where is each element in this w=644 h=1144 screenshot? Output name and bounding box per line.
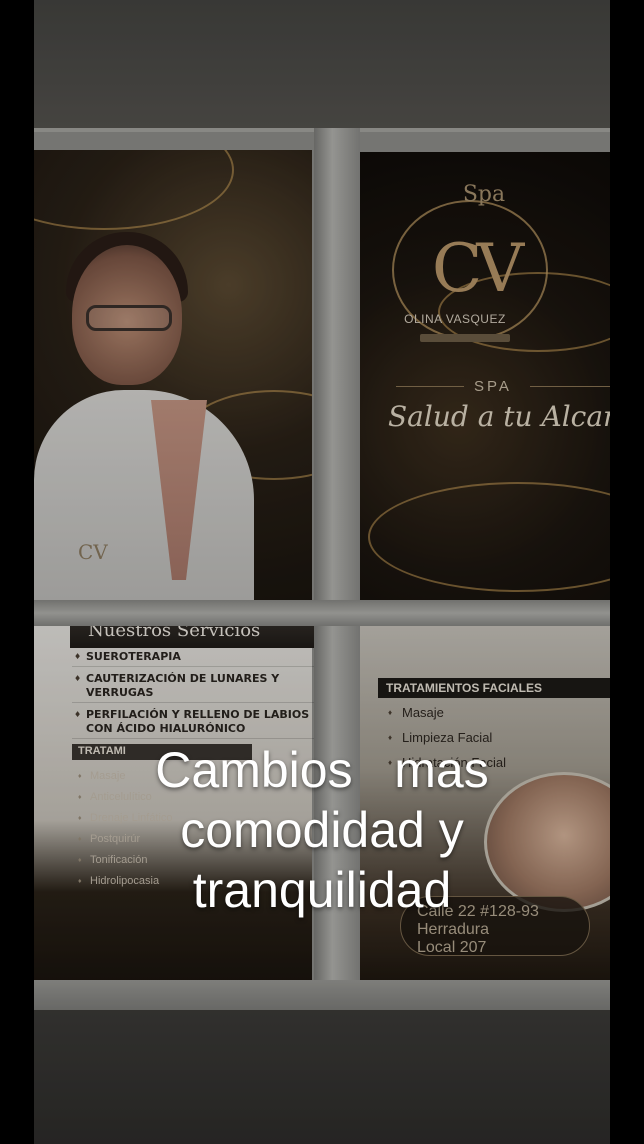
divider <box>396 386 464 387</box>
ceiling <box>34 0 610 128</box>
logo-monogram: CV <box>431 230 524 307</box>
address-line: Local 207 <box>417 939 487 956</box>
window-mullion-horizontal <box>34 600 610 626</box>
caption-line: tranquilidad <box>192 862 452 918</box>
logo-name: OLINA VASQUEZ <box>404 312 506 326</box>
floor <box>34 1010 610 1144</box>
service-item: PERFILACIÓN Y RELLENO DE LABIOS CON ÁCID… <box>72 706 322 739</box>
gold-swirl <box>368 482 610 592</box>
service-item: SUEROTERAPIA <box>72 648 322 667</box>
services-list: SUEROTERAPIA CAUTERIZACIÓN DE LUNARES Y … <box>72 648 322 742</box>
woman-coat <box>34 390 254 600</box>
tagline: Salud a tu Alcance <box>388 400 610 433</box>
address-line: Herradura <box>417 921 490 938</box>
glasses <box>86 305 172 331</box>
scene: CV Spa CV OLINA VASQUEZ SPA Salud a tu A… <box>34 0 610 1144</box>
window-sill <box>34 980 610 1010</box>
coat-logo: CV <box>78 540 108 564</box>
caption-overlay: Cambios mas comodidad y tranquilidad <box>0 740 644 920</box>
caption-line: Cambios mas <box>155 742 489 798</box>
facial-item: Masaje <box>386 700 586 725</box>
spa-label: SPA <box>474 378 512 395</box>
gold-swirl <box>34 150 234 230</box>
logo-spa-text: Spa <box>462 182 506 207</box>
facial-header: TRATAMIENTOS FACIALES <box>378 678 610 698</box>
service-item: CAUTERIZACIÓN DE LUNARES Y VERRUGAS <box>72 670 322 703</box>
caption-line: comodidad y <box>180 802 464 858</box>
logo-subtitle-bar <box>420 334 510 342</box>
divider <box>530 386 610 387</box>
